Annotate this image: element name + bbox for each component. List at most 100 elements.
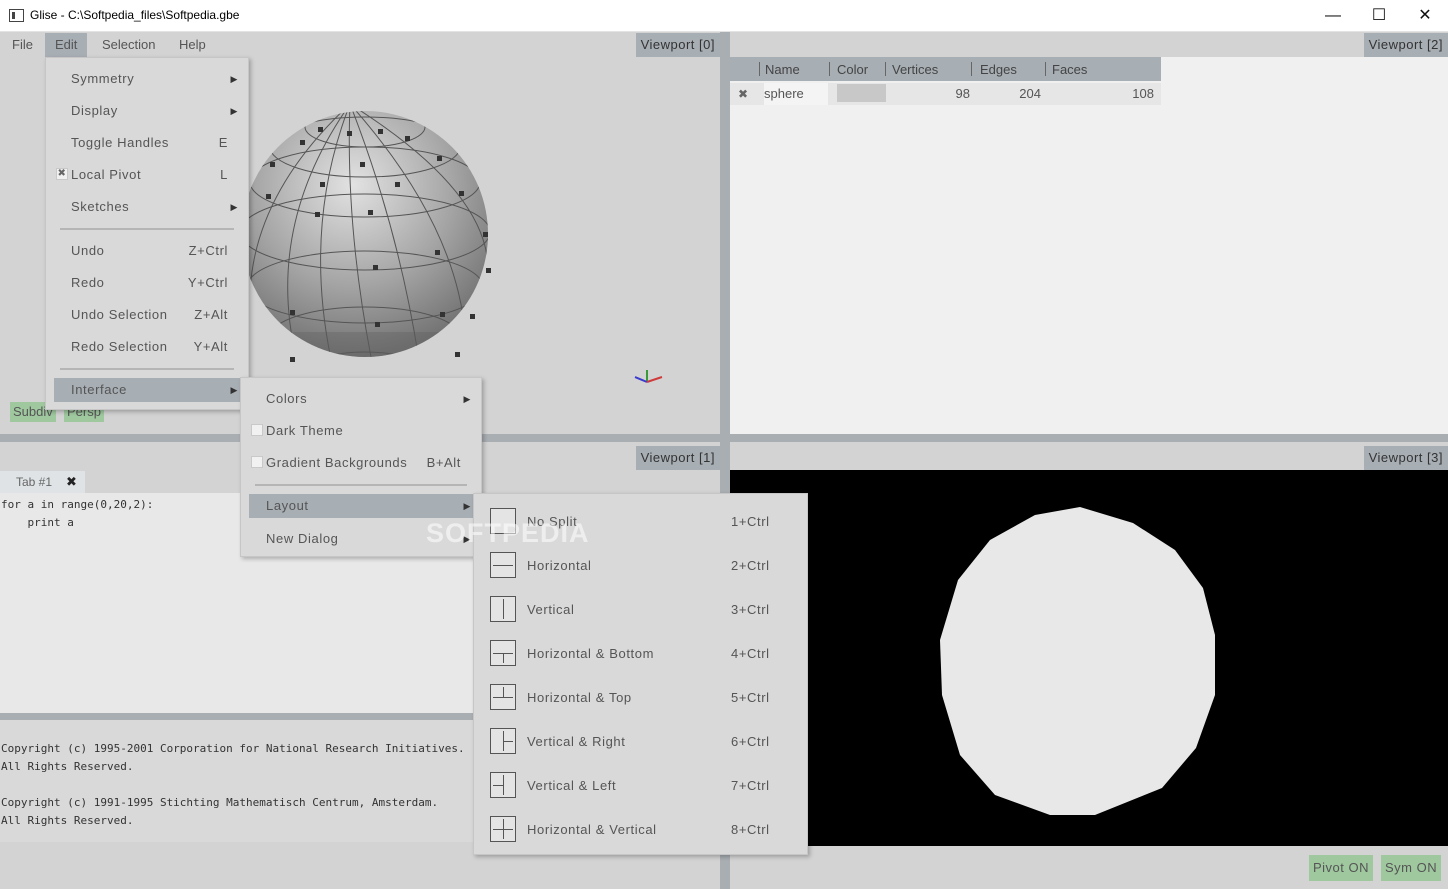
menu-item-undo[interactable]: Undo Z+Ctrl	[54, 238, 240, 264]
pivot-toggle[interactable]: Pivot ON	[1309, 855, 1374, 881]
submenu-arrow-icon: ▶	[463, 394, 471, 404]
cell-name[interactable]: sphere	[764, 83, 828, 105]
layout-no-split-icon	[490, 508, 516, 534]
layout-horizontal-vertical[interactable]: Horizontal & Vertical 8+Ctrl	[488, 816, 793, 848]
layout-horizontal[interactable]: Horizontal 2+Ctrl	[488, 552, 793, 584]
layout-vertical-right-icon	[490, 728, 516, 754]
shortcut-label: Z+Alt	[194, 307, 228, 322]
close-window-button[interactable]: ✕	[1402, 0, 1448, 31]
render-view	[730, 470, 1448, 846]
menu-item-display[interactable]: Display ▶	[54, 98, 240, 124]
layout-label: Vertical & Left	[527, 778, 617, 793]
cell-faces: 108	[1132, 86, 1154, 101]
viewport-3-label[interactable]: Viewport [3]	[1363, 446, 1448, 470]
menu-item-toggle-handles[interactable]: Toggle Handles E	[54, 130, 240, 156]
layout-vertical-left-icon	[490, 772, 516, 798]
menu-item-undo-selection[interactable]: Undo Selection Z+Alt	[54, 302, 240, 328]
menu-selection[interactable]: Selection	[92, 33, 165, 57]
menu-item-new-dialog[interactable]: New Dialog ▶	[249, 526, 473, 552]
layout-vertical-icon	[490, 596, 516, 622]
maximize-button[interactable]: ☐	[1356, 0, 1402, 31]
minimize-button[interactable]: —	[1310, 0, 1356, 31]
viewport-3[interactable]: Viewport [3]	[730, 442, 1448, 852]
delete-object-icon[interactable]: ✖	[738, 83, 748, 105]
menu-item-label: Redo Selection	[71, 339, 168, 354]
console-line: All Rights Reserved.	[1, 760, 134, 773]
console-line: Copyright (c) 1995-2001 Corporation for …	[1, 742, 465, 755]
submenu-arrow-icon: ▶	[230, 385, 238, 395]
table-header[interactable]: Vertices	[885, 57, 972, 81]
shortcut-label: 7+Ctrl	[731, 778, 770, 793]
shortcut-label: 8+Ctrl	[731, 822, 770, 837]
shortcut-label: B+Alt	[426, 455, 461, 470]
close-tab-icon[interactable]: ✖	[66, 474, 77, 490]
cell-vertices: 98	[955, 86, 970, 101]
submenu-arrow-icon: ▶	[230, 74, 238, 84]
menu-help[interactable]: Help	[169, 33, 216, 57]
layout-vertical[interactable]: Vertical 3+Ctrl	[488, 596, 793, 628]
pane-splitter-horizontal[interactable]	[0, 434, 1448, 442]
submenu-arrow-icon: ▶	[463, 534, 471, 544]
menu-separator	[60, 228, 234, 230]
header-edges: Edges	[980, 62, 1017, 77]
layout-horizontal-top[interactable]: Horizontal & Top 5+Ctrl	[488, 684, 793, 716]
menu-item-colors[interactable]: Colors ▶	[249, 386, 473, 412]
menu-item-layout[interactable]: Layout ▶	[249, 494, 473, 518]
layout-no-split[interactable]: No Split 1+Ctrl	[488, 508, 793, 540]
header-color: Color	[837, 62, 869, 77]
layout-label: Vertical & Right	[527, 734, 626, 749]
window-title: Glise - C:\Softpedia_files\Softpedia.gbe	[30, 8, 240, 22]
table-row[interactable]: ✖ sphere 98 204 108	[730, 83, 1161, 105]
menu-item-label: Sketches	[71, 199, 130, 214]
menu-item-label: Redo	[71, 275, 105, 290]
script-tab[interactable]: Tab #1 ✖	[0, 471, 85, 493]
menu-item-redo[interactable]: Redo Y+Ctrl	[54, 270, 240, 296]
menu-item-label: Display	[71, 103, 118, 118]
table-header[interactable]: Name	[759, 57, 830, 81]
menu-item-label: Gradient Backgrounds	[266, 455, 408, 470]
viewport-2-label[interactable]: Viewport [2]	[1363, 33, 1448, 57]
menu-item-local-pivot[interactable]: ✖ Local Pivot L	[54, 162, 240, 188]
menu-item-label: Undo Selection	[71, 307, 168, 322]
shortcut-label: E	[218, 135, 228, 150]
shortcut-label: Y+Alt	[193, 339, 228, 354]
menu-item-gradient-backgrounds[interactable]: Gradient Backgrounds B+Alt	[249, 450, 473, 476]
table-header[interactable]: Color	[829, 57, 886, 81]
header-vertices: Vertices	[892, 62, 939, 77]
shortcut-label: 1+Ctrl	[731, 514, 770, 529]
menu-item-interface[interactable]: Interface ▶	[54, 378, 240, 402]
layout-horizontal-vertical-icon	[490, 816, 516, 842]
viewport-0-label[interactable]: Viewport [0]	[635, 33, 720, 57]
object-list-panel	[730, 57, 1448, 434]
menu-item-sketches[interactable]: Sketches ▶	[54, 194, 240, 220]
checkbox-checked-icon[interactable]: ✖	[56, 168, 68, 180]
layout-horizontal-bottom[interactable]: Horizontal & Bottom 4+Ctrl	[488, 640, 793, 672]
menu-item-symmetry[interactable]: Symmetry ▶	[54, 66, 240, 92]
header-faces: Faces	[1052, 62, 1088, 77]
header-name: Name	[765, 62, 800, 77]
sphere-silhouette	[940, 507, 1215, 815]
shortcut-label: 5+Ctrl	[731, 690, 770, 705]
table-header[interactable]: Faces	[1045, 57, 1161, 81]
layout-label: Horizontal	[527, 558, 592, 573]
menu-item-redo-selection[interactable]: Redo Selection Y+Alt	[54, 334, 240, 360]
checkbox-icon[interactable]	[251, 456, 263, 468]
table-header[interactable]: Edges	[971, 57, 1046, 81]
symmetry-toggle[interactable]: Sym ON	[1381, 855, 1442, 881]
checkbox-icon[interactable]	[251, 424, 263, 436]
code-line: for a in range(0,20,2):	[1, 498, 154, 511]
cell-color-swatch[interactable]	[837, 84, 886, 102]
layout-vertical-left[interactable]: Vertical & Left 7+Ctrl	[488, 772, 793, 804]
table-header-select	[730, 57, 760, 81]
console-line: Copyright (c) 1991-1995 Stichting Mathem…	[1, 796, 439, 809]
menu-edit[interactable]: Edit	[45, 33, 88, 57]
viewport-1-label[interactable]: Viewport [1]	[635, 446, 720, 470]
menu-file[interactable]: File	[2, 33, 43, 57]
menu-item-label: Colors	[266, 391, 308, 406]
layout-label: Vertical	[527, 602, 575, 617]
menu-item-dark-theme[interactable]: Dark Theme	[249, 418, 473, 444]
menu-separator	[60, 368, 234, 370]
menu-item-label: Dark Theme	[266, 423, 344, 438]
layout-label: Horizontal & Top	[527, 690, 632, 705]
layout-vertical-right[interactable]: Vertical & Right 6+Ctrl	[488, 728, 793, 760]
